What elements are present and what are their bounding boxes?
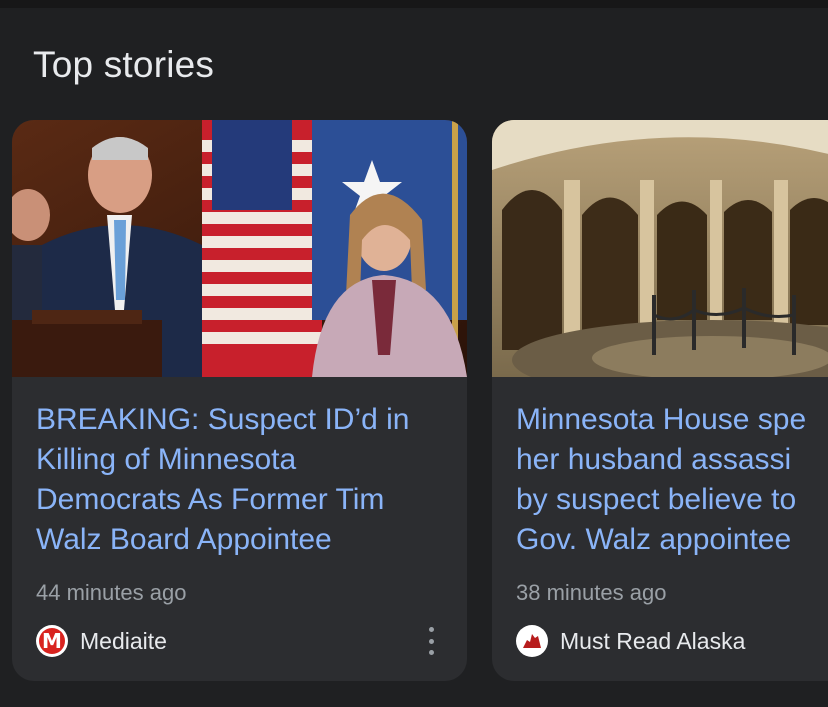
story-headline[interactable]: Minnesota House spe her husband assassi … — [516, 400, 828, 560]
must-read-alaska-logo-icon — [516, 625, 548, 657]
story-headline[interactable]: BREAKING: Suspect ID’d in Killing of Min… — [36, 400, 446, 560]
mediaite-logo-icon: M — [36, 625, 68, 657]
story-card-must-read-alaska[interactable]: Minnesota House spe her husband assassi … — [492, 120, 828, 681]
story-timestamp: 44 minutes ago — [36, 580, 187, 605]
story-source[interactable]: M Mediaite — [36, 623, 167, 659]
story-source[interactable]: Must Read Alaska — [516, 623, 745, 659]
source-name: Must Read Alaska — [560, 627, 746, 654]
top-divider — [0, 0, 828, 8]
section-title: Top stories — [33, 44, 215, 85]
story-thumbnail-press-conference[interactable] — [12, 120, 467, 377]
story-timestamp: 38 minutes ago — [516, 580, 667, 605]
story-thumbnail-capitol-rotunda[interactable] — [492, 120, 828, 377]
story-card-mediaite[interactable]: BREAKING: Suspect ID’d in Killing of Min… — [12, 120, 467, 681]
source-name: Mediaite — [80, 627, 167, 654]
more-options-icon[interactable] — [421, 627, 441, 655]
